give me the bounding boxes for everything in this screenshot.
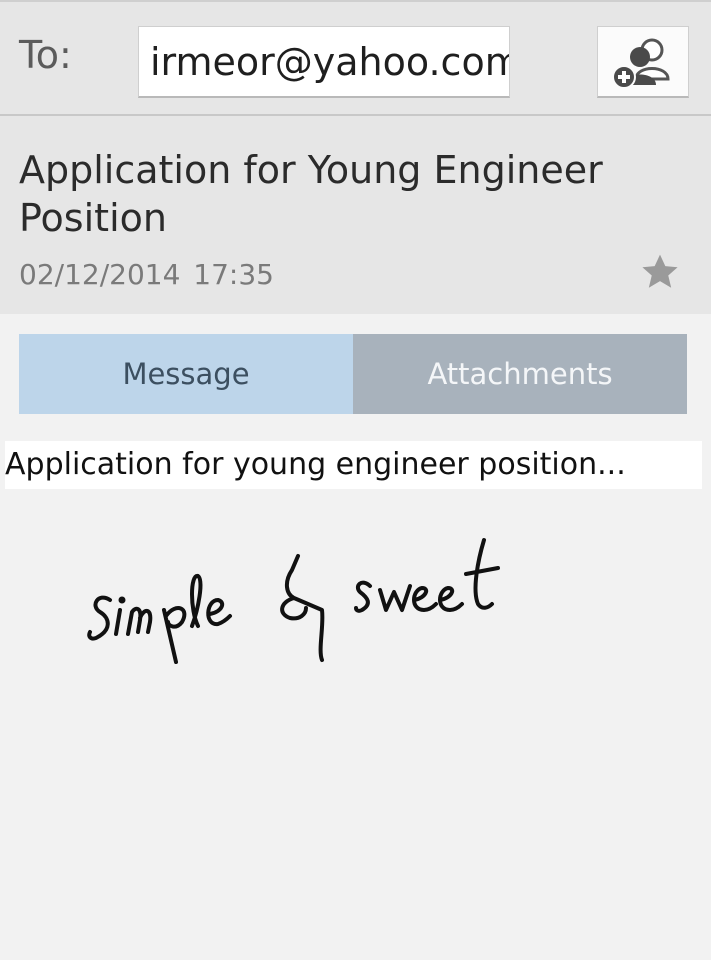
recipient-bar: To: irmeor@yahoo.com <box>0 0 711 116</box>
view-tabs: Message Attachments <box>19 334 687 414</box>
email-date: 02/12/2014 <box>19 258 181 291</box>
message-body-text: Application for young engineer position.… <box>5 441 702 489</box>
to-label: To: <box>19 33 72 77</box>
add-contact-icon <box>612 38 670 89</box>
recipient-field[interactable]: irmeor@yahoo.com <box>138 26 510 98</box>
email-datetime: 02/12/2014 17:35 <box>19 258 274 291</box>
star-icon[interactable] <box>638 250 682 294</box>
tab-message[interactable]: Message <box>19 334 353 414</box>
handwritten-note <box>87 538 500 664</box>
email-header: Application for Young Engineer Position … <box>0 116 711 314</box>
email-subject: Application for Young Engineer Position <box>19 148 603 240</box>
email-time: 17:35 <box>193 258 274 291</box>
tab-attachments[interactable]: Attachments <box>353 334 687 414</box>
add-contact-button[interactable] <box>597 26 689 98</box>
